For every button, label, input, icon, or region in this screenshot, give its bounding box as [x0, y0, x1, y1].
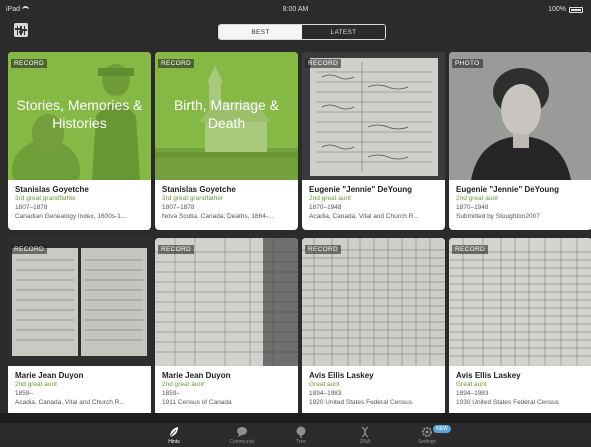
card-type-badge: RECORD	[11, 245, 47, 254]
life-years: 1807–1878	[15, 204, 48, 211]
card-type-badge: RECORD	[158, 245, 194, 254]
status-bar: iPad 8:00 AM 100%	[0, 0, 591, 16]
life-years: 1870–1948	[456, 204, 489, 211]
hint-card[interactable]: RECORD Birth, Marriage & Death Stanislas…	[155, 52, 298, 230]
record-source: Acadia, Canada, Vital and Church R...	[309, 213, 419, 220]
card-image	[8, 238, 151, 366]
person-name: Avis Ellis Laskey	[456, 371, 521, 380]
tab-best[interactable]: BEST	[219, 25, 302, 39]
tab-latest[interactable]: LATEST	[302, 25, 385, 39]
document-scan-thumbnail	[302, 52, 445, 180]
dna-icon	[361, 426, 369, 438]
hint-card[interactable]: PHOTO Eugenie "Jennie" DeYoung 2nd great…	[449, 52, 591, 230]
person-name: Marie Jean Duyon	[162, 371, 231, 380]
card-image	[155, 238, 298, 366]
census-scan-thumbnail	[449, 238, 591, 366]
census-scan-thumbnail	[302, 238, 445, 366]
bottom-tab-bar: Hints Community Tree DNA Settings	[0, 423, 591, 447]
portrait-photo	[449, 52, 591, 180]
card-category-title: Birth, Marriage & Death	[173, 97, 280, 131]
card-image	[302, 52, 445, 180]
battery-icon	[569, 6, 583, 13]
card-type-badge: PHOTO	[452, 59, 483, 68]
relationship: 3rd great grandfather	[15, 195, 77, 202]
life-years: 1807–1878	[162, 204, 195, 211]
card-type-badge: RECORD	[452, 245, 488, 254]
hint-card[interactable]: RECORD Avis Ellis Laskey Great aunt 1894…	[449, 238, 591, 416]
person-name: Marie Jean Duyon	[15, 371, 84, 380]
life-years: 1859–	[162, 390, 181, 397]
battery-status: 100%	[548, 6, 583, 13]
tab-dna[interactable]: DNA	[345, 426, 385, 445]
life-years: 1870–1948	[309, 204, 342, 211]
relationship: Great aunt	[309, 381, 340, 388]
status-time: 8:00 AM	[282, 6, 309, 13]
tab-hints-label: Hints	[168, 439, 180, 445]
relationship: 2nd great aunt	[15, 381, 57, 388]
record-source: Acadia, Canada, Vital and Church R...	[15, 399, 125, 406]
tab-community[interactable]: Community	[222, 426, 262, 445]
life-years: 1859–	[15, 390, 34, 397]
card-image	[302, 238, 445, 366]
tab-settings-label: Settings	[417, 439, 437, 445]
life-years: 1894–1983	[456, 390, 489, 397]
tab-dna-label: DNA	[359, 439, 371, 445]
relationship: 2nd great aunt	[162, 381, 204, 388]
record-source: 1930 United States Federal Census	[456, 399, 559, 406]
sort-segmented-control: BEST LATEST	[218, 24, 386, 40]
card-type-badge: RECORD	[158, 59, 194, 68]
tab-tree[interactable]: Tree	[281, 426, 321, 445]
gear-icon	[422, 427, 432, 437]
record-source: 1920 United States Federal Census	[309, 399, 412, 406]
card-type-badge: RECORD	[305, 59, 341, 68]
leaf-icon	[169, 427, 178, 438]
person-name: Avis Ellis Laskey	[309, 371, 374, 380]
life-years: 1894–1983	[309, 390, 342, 397]
tab-community-label: Community	[229, 439, 255, 445]
relationship: Great aunt	[456, 381, 487, 388]
record-source: Nova Scotia, Canada, Deaths, 1864-...	[162, 213, 274, 220]
card-type-badge: RECORD	[305, 245, 341, 254]
person-name: Stanislas Goyetche	[162, 185, 236, 194]
new-badge: NEW	[433, 425, 451, 433]
person-name: Eugenie "Jennie" DeYoung	[456, 185, 560, 194]
hint-card[interactable]: RECORD Marie Jean Duyon 2nd great aunt 1…	[8, 238, 151, 416]
chat-bubble-icon	[237, 427, 247, 437]
hint-card[interactable]: RECORD Marie Jean Duyon 2nd great aunt 1…	[155, 238, 298, 416]
card-image	[449, 238, 591, 366]
battery-percent: 100%	[548, 6, 566, 13]
relationship: 3rd great grandfather	[162, 195, 224, 202]
relationship: 2nd great aunt	[309, 195, 351, 202]
record-source: 1911 Census of Canada	[162, 399, 232, 406]
tab-tree-label: Tree	[295, 439, 307, 445]
census-scan-thumbnail	[155, 238, 298, 366]
record-source: Submitted by Stoughton2007	[456, 213, 540, 220]
card-type-badge: RECORD	[11, 59, 47, 68]
hint-card[interactable]: RECORD Avis Ellis Laskey Great aunt 1894…	[302, 238, 445, 416]
next-row-peek	[0, 413, 591, 423]
hint-card[interactable]: RECORD Stories, Memories & Histories Sta…	[8, 52, 151, 230]
person-name: Stanislas Goyetche	[15, 185, 89, 194]
card-category-title: Stories, Memories & Histories	[16, 97, 143, 131]
tree-icon	[296, 426, 306, 438]
person-name: Eugenie "Jennie" DeYoung	[309, 185, 413, 194]
card-image	[449, 52, 591, 180]
relationship: 2nd great aunt	[456, 195, 498, 202]
hint-card[interactable]: RECORD Eugenie "Jennie" DeYoung 2nd grea…	[302, 52, 445, 230]
filter-icon[interactable]	[14, 23, 28, 37]
tab-hints[interactable]: Hints	[154, 426, 194, 445]
document-scan-thumbnail	[8, 238, 151, 366]
record-source: Canadian Genealogy Index, 1600s-1...	[15, 213, 127, 220]
